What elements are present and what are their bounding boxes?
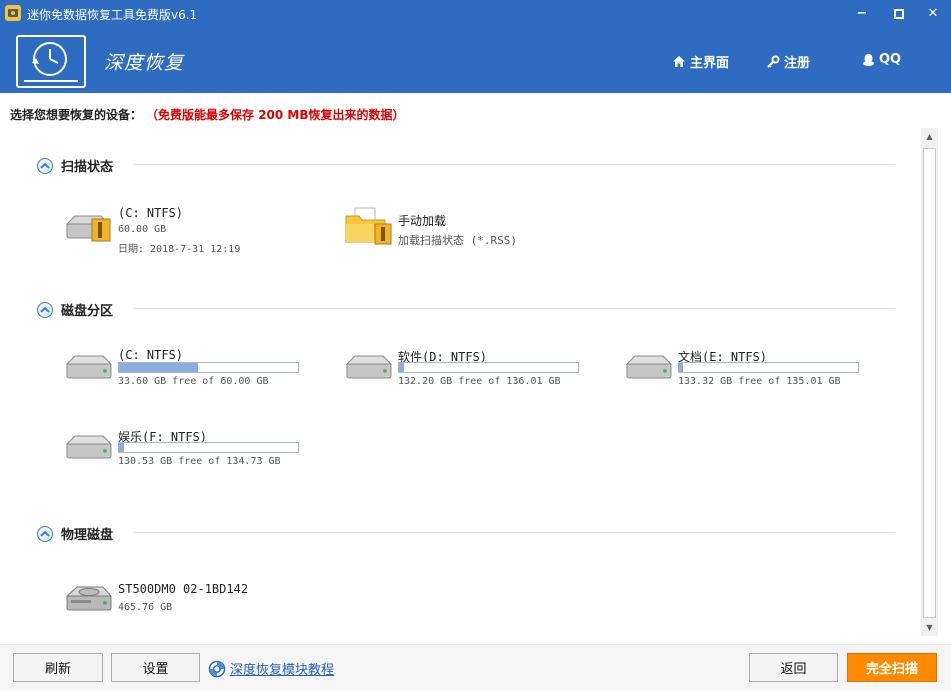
section-title: 扫描状态 [61,160,114,175]
product-name: 深度恢复 [104,52,185,74]
close-button[interactable]: ✕ [922,4,944,24]
section-divider [133,532,895,533]
scrollbar-thumb[interactable] [923,148,936,618]
partition-e[interactable]: 文档(E: NTFS) 133.32 GB free of 135.01 GB [625,348,865,400]
manual-load-title: 手动加载 [398,214,447,228]
section-divider [133,308,895,309]
partition-name: (C: NTFS) [118,348,184,362]
qq-penguin-icon [863,53,874,66]
scan-state-c-drive[interactable]: (C: NTFS) 60.00 GB 日期: 2018-7-31 12:19 [65,206,285,258]
manual-load-item[interactable]: 手动加载 加载扫描状态 (*.RSS) [345,206,575,258]
physical-disk-item[interactable]: ST500DM0 02-1BD142 465.76 GB [65,580,305,632]
section-divider [133,164,895,165]
full-scan-button[interactable]: 完全扫描 [847,653,937,682]
collapse-chevron-icon[interactable] [37,301,53,318]
bottom-toolbar: 刷新 设置 深度恢复模块教程 返回 完全扫描 [0,644,951,691]
section-partitions-header[interactable]: 磁盘分区 [37,300,113,319]
recovery-clock-icon [24,42,78,82]
usage-bar-fill [119,363,198,372]
device-name: (C: NTFS) [118,206,184,220]
notice-prefix: 选择您想要恢复的设备： [10,108,143,122]
nav-home[interactable]: 主界面 [672,52,729,71]
usage-bar-fill [679,363,683,372]
free-version-warning: （免费版能最多保存 200 MB恢复出来的数据） [152,108,405,122]
usage-bar [678,362,859,373]
lifebuoy-icon [208,660,226,677]
section-title: 磁盘分区 [61,304,114,319]
collapse-chevron-icon[interactable] [37,525,53,542]
hard-drive-icon [65,435,113,459]
settings-button[interactable]: 设置 [111,653,200,682]
section-physical-header[interactable]: 物理磁盘 [37,524,113,543]
section-scan-state-header[interactable]: 扫描状态 [37,156,113,175]
back-button[interactable]: 返回 [749,653,838,682]
app-logo-icon [4,4,22,22]
product-logo [16,35,86,88]
free-space: 133.32 GB free of 135.01 GB [678,376,841,387]
nav-qq[interactable]: QQ [862,52,901,67]
nav-register[interactable]: 注册 [766,52,810,71]
app-header: 迷你免数据恢复工具免费版v6.1 − ✕ 深度恢复 主界面 注册 QQ [0,0,951,93]
hard-drive-icon [625,355,673,379]
tutorial-link[interactable]: 深度恢复模块教程 [208,659,334,678]
refresh-button[interactable]: 刷新 [13,653,103,682]
section-title: 物理磁盘 [61,528,114,543]
usage-bar [398,362,579,373]
tutorial-link-label: 深度恢复模块教程 [230,663,335,678]
usage-bar-fill [399,363,405,372]
usage-bar [118,362,299,373]
nav-register-label: 注册 [784,56,811,71]
hard-drive-folder-icon [65,215,111,242]
free-space: 132.20 GB free of 136.01 GB [398,376,561,387]
vertical-scrollbar[interactable]: ▲ ▼ [921,128,938,636]
nav-home-label: 主界面 [690,56,730,71]
partition-d[interactable]: 软件(D: NTFS) 132.20 GB free of 136.01 GB [345,348,585,400]
partition-c[interactable]: (C: NTFS) 33.60 GB free of 60.00 GB [65,348,305,400]
usage-bar [118,442,299,453]
scroll-down-arrow-icon[interactable]: ▼ [921,619,938,636]
usage-bar-fill [119,443,125,452]
device-size: 60.00 GB [118,224,167,235]
nav-qq-label: QQ [879,52,902,67]
physical-disk-icon [65,586,113,611]
hard-drive-icon [345,355,393,379]
folder-load-icon [345,207,392,245]
device-select-notice: 选择您想要恢复的设备： （免费版能最多保存 200 MB恢复出来的数据） [10,106,405,123]
collapse-chevron-icon[interactable] [37,157,53,174]
title-bar: 迷你免数据恢复工具免费版v6.1 − ✕ [0,0,951,28]
maximize-button[interactable] [888,4,910,24]
window-title: 迷你免数据恢复工具免费版v6.1 [27,8,198,22]
hard-drive-icon [65,355,113,379]
minimize-button[interactable]: − [851,4,873,24]
key-icon [767,55,780,68]
partition-f[interactable]: 娱乐(F: NTFS) 130.53 GB free of 134.73 GB [65,428,305,480]
disk-size: 465.76 GB [118,602,173,613]
free-space: 33.60 GB free of 60.00 GB [118,376,269,387]
free-space: 130.53 GB free of 134.73 GB [118,456,281,467]
manual-load-subtitle: 加载扫描状态 (*.RSS) [398,234,517,247]
home-icon [673,56,685,67]
scan-date: 日期: 2018-7-31 12:19 [118,244,241,255]
device-list: 扫描状态 (C: NTFS) 60.00 GB 日期: 2018-7-31 12… [0,128,920,636]
disk-model: ST500DM0 02-1BD142 [118,582,249,596]
scroll-up-arrow-icon[interactable]: ▲ [921,128,938,145]
